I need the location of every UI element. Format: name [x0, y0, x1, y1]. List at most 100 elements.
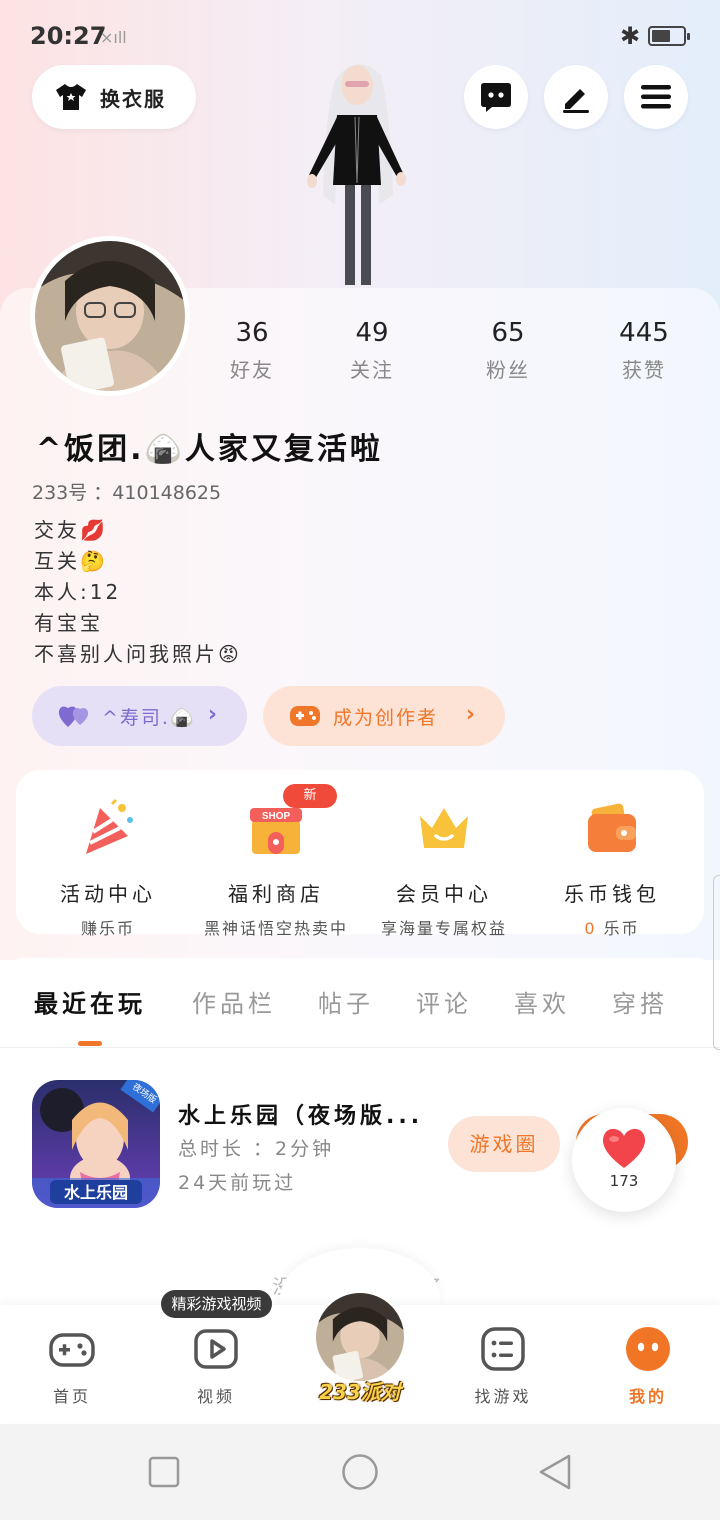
user-nickname: ^饭团.🍙人家又复活啦 [36, 432, 383, 467]
stat-friends-label: 好友 [230, 358, 274, 382]
stat-likes-count: 445 [619, 318, 669, 348]
wallet-icon [588, 803, 636, 852]
become-creator-button[interactable]: 成为创作者 › [263, 686, 505, 746]
edge-handle[interactable] [713, 875, 720, 1050]
game-last-played: 24天前玩过 [178, 1172, 297, 1194]
service-title: 乐币钱包 [564, 882, 660, 906]
party-logo: 233派对 [319, 1380, 401, 1404]
battery-icon [648, 26, 690, 46]
game-circle-button[interactable]: 游戏圈 [448, 1116, 560, 1172]
nav-find-games[interactable]: 找游戏 [458, 1325, 548, 1407]
bluetooth-icon: ✱ [620, 22, 641, 50]
list-icon [481, 1327, 525, 1371]
service-coin-wallet[interactable]: 乐币钱包 0 乐币 [526, 790, 698, 939]
chat-button[interactable] [464, 65, 528, 129]
nav-video[interactable]: 视频 [171, 1325, 261, 1407]
status-time: 20:27 [30, 22, 107, 50]
change-outfit-label: 换衣服 [100, 86, 166, 111]
stat-friends-count: 36 [235, 318, 269, 348]
service-title: 福利商店 [228, 882, 324, 906]
stat-friends[interactable]: 36 好友 [202, 318, 302, 383]
service-subtitle: 黑神话悟空热卖中 [203, 919, 348, 938]
stat-following[interactable]: 49 关注 [322, 318, 422, 383]
face-mine-icon [626, 1327, 670, 1371]
coin-unit: 乐币 [596, 919, 640, 938]
stat-likes-label: 获赞 [622, 358, 666, 382]
chevron-right-icon: › [207, 702, 219, 727]
change-outfit-button[interactable]: 换衣服 [32, 65, 196, 129]
service-activity-center[interactable]: 活动中心 赚乐币 [22, 790, 194, 939]
menu-button[interactable] [624, 65, 688, 129]
service-subtitle: 0 乐币 [526, 915, 698, 939]
tab-posts[interactable]: 帖子 [318, 984, 374, 1019]
bio-line: 交友💋 [34, 518, 108, 542]
nav-find-games-label: 找游戏 [474, 1387, 532, 1406]
tshirt-icon [56, 84, 86, 110]
partner-tag-label: ^寿司.🍙 [102, 706, 196, 729]
gamepad-home-icon [49, 1333, 95, 1367]
video-tooltip: 精彩游戏视频 [161, 1290, 272, 1318]
service-subtitle: 享海量专属权益 [380, 919, 507, 938]
tab-comments[interactable]: 评论 [416, 984, 472, 1019]
shop-sign-text: SHOP [262, 811, 291, 822]
service-member-center[interactable]: 会员中心 享海量专属权益 [358, 790, 530, 939]
new-badge: 新 [283, 784, 337, 808]
system-navigation-bar [0, 1424, 720, 1520]
game-icon-label: 水上乐园 [64, 1183, 128, 1202]
stat-fans-count: 65 [491, 318, 525, 348]
signal-icon: ×ıll [100, 28, 127, 47]
bio-line: 有宝宝 [34, 611, 103, 635]
service-title: 活动中心 [60, 882, 156, 906]
floating-like-button[interactable]: 173 [572, 1108, 676, 1212]
service-title: 会员中心 [396, 882, 492, 906]
bio-line: 本人:12 [34, 580, 122, 604]
recent-apps-icon[interactable] [148, 1456, 180, 1488]
back-triangle-icon[interactable] [538, 1453, 572, 1491]
party-center-button[interactable] [313, 1290, 407, 1384]
like-count: 173 [609, 1172, 639, 1190]
tab-outfits[interactable]: 穿搭 [612, 984, 668, 1019]
bio-line: 不喜别人问我照片😡 [34, 642, 242, 666]
stat-fans-label: 粉丝 [486, 358, 530, 382]
party-popper-icon [86, 798, 133, 854]
partner-tag-button[interactable]: ^寿司.🍙 › [32, 686, 247, 746]
tab-works[interactable]: 作品栏 [192, 984, 276, 1019]
hamburger-menu-icon [641, 85, 671, 109]
double-heart-icon [58, 706, 89, 727]
tab-likes[interactable]: 喜欢 [514, 984, 570, 1019]
service-subtitle: 赚乐币 [80, 919, 135, 938]
video-play-icon [194, 1329, 238, 1369]
nav-mine-label: 我的 [628, 1387, 667, 1406]
nav-home-label: 首页 [52, 1387, 91, 1406]
stat-following-count: 49 [355, 318, 389, 348]
user-id[interactable]: 233号 ：410148625 [32, 478, 221, 505]
profile-avatar[interactable] [30, 236, 190, 396]
nav-mine[interactable]: 我的 [603, 1325, 693, 1407]
stat-following-label: 关注 [350, 358, 394, 382]
home-circle-icon[interactable] [341, 1453, 379, 1491]
stat-fans[interactable]: 65 粉丝 [458, 318, 558, 383]
gamepad-icon [290, 706, 320, 726]
chevron-right-icon: › [465, 702, 477, 727]
nav-video-label: 视频 [196, 1387, 235, 1406]
chat-bubble-icon [481, 83, 511, 112]
edit-profile-button[interactable] [544, 65, 608, 129]
user-bio: 交友💋 互关🤔 本人:12 有宝宝 不喜别人问我照片😡 [34, 515, 242, 670]
game-play-duration: 总时长 ：2分钟 [178, 1138, 335, 1160]
nav-home[interactable]: 首页 [27, 1325, 117, 1407]
divider [0, 1047, 720, 1048]
active-tab-indicator [78, 1041, 102, 1046]
crown-icon [420, 808, 468, 848]
avatar-character-image [307, 64, 406, 285]
pen-icon [563, 89, 589, 113]
heart-icon [602, 1128, 646, 1168]
coin-balance: 0 [584, 919, 597, 938]
tab-recently-played[interactable]: 最近在玩 [34, 984, 146, 1019]
game-title: 水上乐园（夜场版... [178, 1104, 424, 1129]
become-creator-label: 成为创作者 [333, 706, 439, 729]
avatar-photo [35, 241, 185, 395]
service-welfare-shop[interactable]: SHOP 福利商店 黑神话悟空热卖中 [190, 790, 362, 939]
stat-likes[interactable]: 445 获赞 [594, 318, 694, 383]
game-icon: 水上乐园 夜场版 [32, 1080, 160, 1208]
bio-line: 互关🤔 [34, 549, 108, 573]
